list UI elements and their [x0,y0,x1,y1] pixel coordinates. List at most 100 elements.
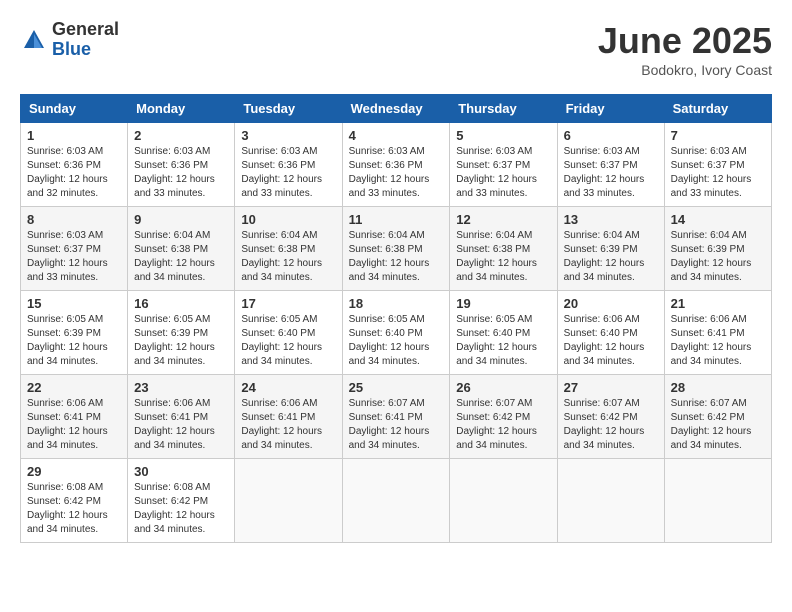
calendar-cell: 27 Sunrise: 6:07 AMSunset: 6:42 PMDaylig… [557,375,664,459]
day-info: Sunrise: 6:03 AMSunset: 6:37 PMDaylight:… [456,146,537,199]
calendar-cell: 8 Sunrise: 6:03 AMSunset: 6:37 PMDayligh… [21,207,128,291]
day-info: Sunrise: 6:05 AMSunset: 6:40 PMDaylight:… [456,314,537,367]
calendar-cell [557,459,664,543]
day-number: 12 [456,212,550,227]
day-number: 19 [456,296,550,311]
day-number: 26 [456,380,550,395]
calendar-cell: 24 Sunrise: 6:06 AMSunset: 6:41 PMDaylig… [235,375,342,459]
weekday-header: Tuesday [235,95,342,123]
day-info: Sunrise: 6:03 AMSunset: 6:37 PMDaylight:… [27,230,108,283]
calendar-cell: 12 Sunrise: 6:04 AMSunset: 6:38 PMDaylig… [450,207,557,291]
logo-text: General Blue [52,20,119,60]
weekday-header: Thursday [450,95,557,123]
calendar-cell: 28 Sunrise: 6:07 AMSunset: 6:42 PMDaylig… [664,375,771,459]
day-number: 27 [564,380,658,395]
calendar-cell: 6 Sunrise: 6:03 AMSunset: 6:37 PMDayligh… [557,123,664,207]
day-number: 30 [134,464,228,479]
logo-icon [20,26,48,54]
calendar-week-row: 29 Sunrise: 6:08 AMSunset: 6:42 PMDaylig… [21,459,772,543]
calendar-cell: 16 Sunrise: 6:05 AMSunset: 6:39 PMDaylig… [128,291,235,375]
calendar-cell [664,459,771,543]
calendar-week-row: 22 Sunrise: 6:06 AMSunset: 6:41 PMDaylig… [21,375,772,459]
day-number: 15 [27,296,121,311]
calendar-cell: 10 Sunrise: 6:04 AMSunset: 6:38 PMDaylig… [235,207,342,291]
day-number: 8 [27,212,121,227]
day-number: 23 [134,380,228,395]
day-number: 1 [27,128,121,143]
location: Bodokro, Ivory Coast [598,62,772,78]
day-number: 11 [349,212,444,227]
day-number: 28 [671,380,765,395]
calendar-week-row: 8 Sunrise: 6:03 AMSunset: 6:37 PMDayligh… [21,207,772,291]
logo-blue: Blue [52,39,91,59]
calendar-cell: 26 Sunrise: 6:07 AMSunset: 6:42 PMDaylig… [450,375,557,459]
day-number: 5 [456,128,550,143]
day-info: Sunrise: 6:08 AMSunset: 6:42 PMDaylight:… [134,482,215,535]
day-number: 21 [671,296,765,311]
day-info: Sunrise: 6:03 AMSunset: 6:36 PMDaylight:… [134,146,215,199]
calendar-cell: 2 Sunrise: 6:03 AMSunset: 6:36 PMDayligh… [128,123,235,207]
day-info: Sunrise: 6:07 AMSunset: 6:41 PMDaylight:… [349,398,430,451]
calendar-cell: 14 Sunrise: 6:04 AMSunset: 6:39 PMDaylig… [664,207,771,291]
calendar-cell: 4 Sunrise: 6:03 AMSunset: 6:36 PMDayligh… [342,123,450,207]
calendar-cell [450,459,557,543]
day-number: 22 [27,380,121,395]
day-info: Sunrise: 6:06 AMSunset: 6:41 PMDaylight:… [671,314,752,367]
weekday-header: Friday [557,95,664,123]
day-info: Sunrise: 6:05 AMSunset: 6:39 PMDaylight:… [27,314,108,367]
day-info: Sunrise: 6:04 AMSunset: 6:38 PMDaylight:… [241,230,322,283]
day-number: 9 [134,212,228,227]
calendar-cell: 3 Sunrise: 6:03 AMSunset: 6:36 PMDayligh… [235,123,342,207]
day-number: 2 [134,128,228,143]
day-info: Sunrise: 6:04 AMSunset: 6:38 PMDaylight:… [349,230,430,283]
day-number: 13 [564,212,658,227]
day-info: Sunrise: 6:04 AMSunset: 6:39 PMDaylight:… [671,230,752,283]
day-info: Sunrise: 6:06 AMSunset: 6:41 PMDaylight:… [134,398,215,451]
day-number: 14 [671,212,765,227]
calendar-cell: 15 Sunrise: 6:05 AMSunset: 6:39 PMDaylig… [21,291,128,375]
day-info: Sunrise: 6:03 AMSunset: 6:37 PMDaylight:… [671,146,752,199]
calendar-cell [342,459,450,543]
day-number: 4 [349,128,444,143]
day-number: 10 [241,212,335,227]
day-number: 20 [564,296,658,311]
page-header: General Blue June 2025 Bodokro, Ivory Co… [20,20,772,78]
day-info: Sunrise: 6:04 AMSunset: 6:39 PMDaylight:… [564,230,645,283]
calendar-week-row: 1 Sunrise: 6:03 AMSunset: 6:36 PMDayligh… [21,123,772,207]
logo: General Blue [20,20,119,60]
calendar-table: SundayMondayTuesdayWednesdayThursdayFrid… [20,94,772,543]
day-info: Sunrise: 6:05 AMSunset: 6:40 PMDaylight:… [349,314,430,367]
day-number: 17 [241,296,335,311]
day-number: 25 [349,380,444,395]
weekday-header-row: SundayMondayTuesdayWednesdayThursdayFrid… [21,95,772,123]
calendar-cell: 25 Sunrise: 6:07 AMSunset: 6:41 PMDaylig… [342,375,450,459]
day-info: Sunrise: 6:06 AMSunset: 6:41 PMDaylight:… [27,398,108,451]
month-title: June 2025 [598,20,772,62]
weekday-header: Saturday [664,95,771,123]
calendar-cell: 19 Sunrise: 6:05 AMSunset: 6:40 PMDaylig… [450,291,557,375]
weekday-header: Sunday [21,95,128,123]
day-info: Sunrise: 6:07 AMSunset: 6:42 PMDaylight:… [456,398,537,451]
calendar-cell: 9 Sunrise: 6:04 AMSunset: 6:38 PMDayligh… [128,207,235,291]
title-area: June 2025 Bodokro, Ivory Coast [598,20,772,78]
day-info: Sunrise: 6:03 AMSunset: 6:36 PMDaylight:… [349,146,430,199]
day-number: 24 [241,380,335,395]
calendar-cell: 1 Sunrise: 6:03 AMSunset: 6:36 PMDayligh… [21,123,128,207]
calendar-cell: 13 Sunrise: 6:04 AMSunset: 6:39 PMDaylig… [557,207,664,291]
day-info: Sunrise: 6:04 AMSunset: 6:38 PMDaylight:… [456,230,537,283]
day-number: 6 [564,128,658,143]
weekday-header: Wednesday [342,95,450,123]
calendar-cell [235,459,342,543]
day-info: Sunrise: 6:05 AMSunset: 6:40 PMDaylight:… [241,314,322,367]
day-info: Sunrise: 6:03 AMSunset: 6:36 PMDaylight:… [27,146,108,199]
calendar-cell: 22 Sunrise: 6:06 AMSunset: 6:41 PMDaylig… [21,375,128,459]
day-number: 18 [349,296,444,311]
day-info: Sunrise: 6:06 AMSunset: 6:40 PMDaylight:… [564,314,645,367]
day-info: Sunrise: 6:03 AMSunset: 6:36 PMDaylight:… [241,146,322,199]
day-info: Sunrise: 6:08 AMSunset: 6:42 PMDaylight:… [27,482,108,535]
calendar-cell: 11 Sunrise: 6:04 AMSunset: 6:38 PMDaylig… [342,207,450,291]
day-number: 3 [241,128,335,143]
calendar-cell: 17 Sunrise: 6:05 AMSunset: 6:40 PMDaylig… [235,291,342,375]
calendar-cell: 21 Sunrise: 6:06 AMSunset: 6:41 PMDaylig… [664,291,771,375]
weekday-header: Monday [128,95,235,123]
